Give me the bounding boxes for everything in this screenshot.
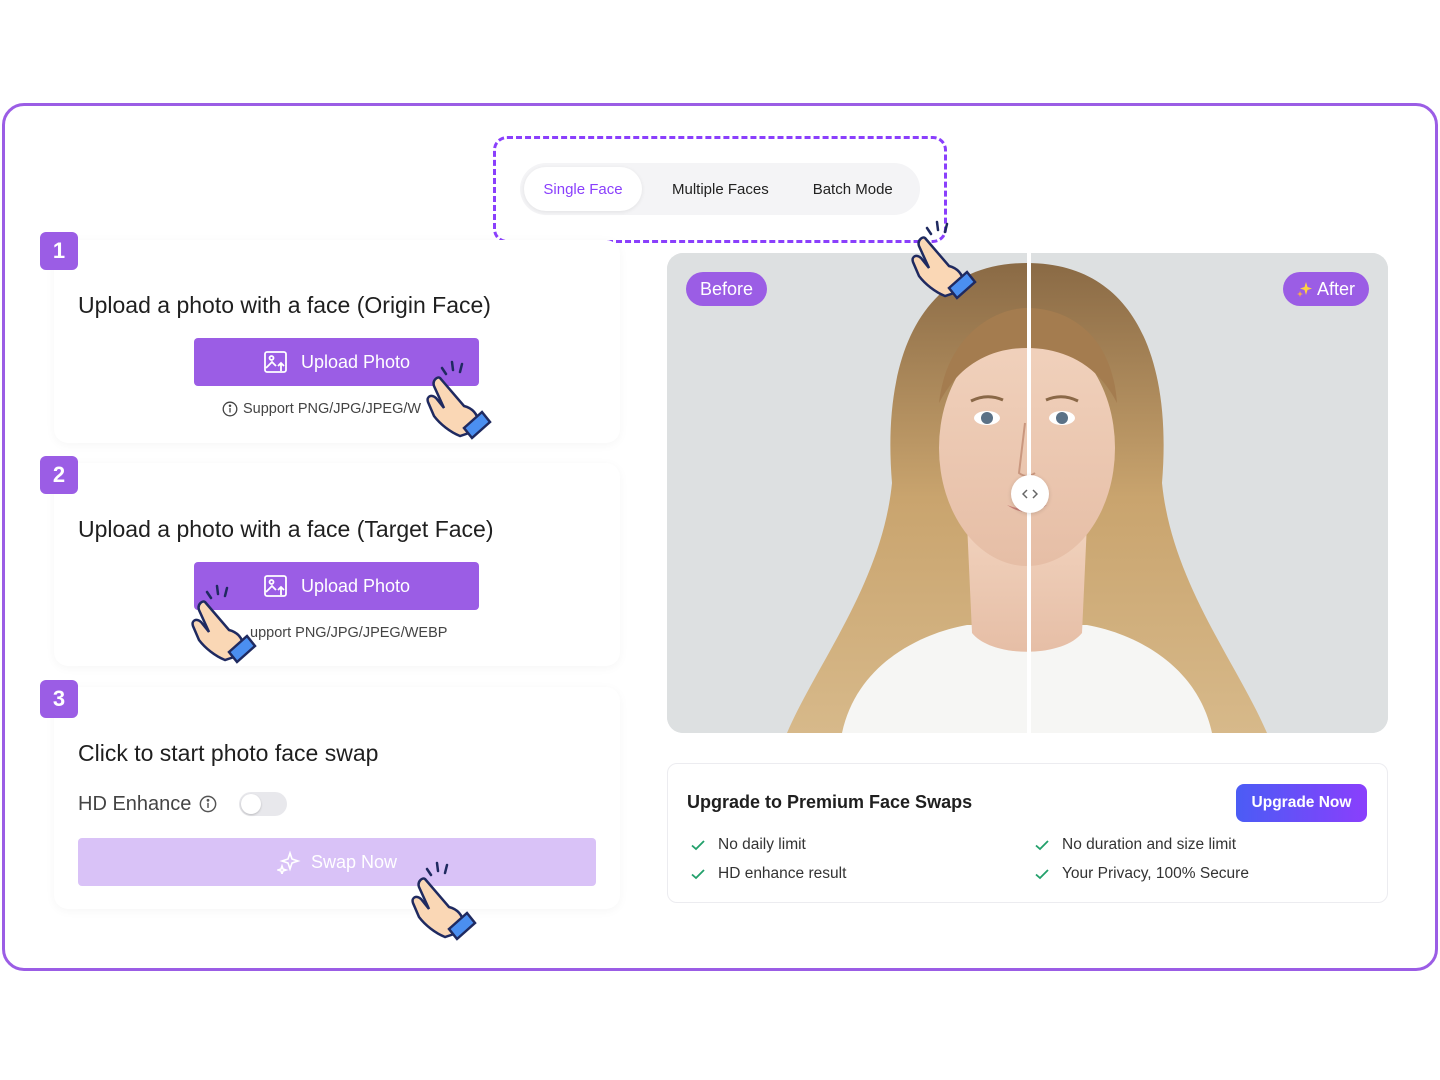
premium-title: Upgrade to Premium Face Swaps (687, 792, 973, 812)
sparkle-icon (1296, 282, 1312, 297)
step-number: 3 (40, 680, 78, 718)
upgrade-now-button[interactable]: Upgrade Now (1236, 784, 1367, 822)
support-formats-text: Support PNG/JPG/JPEG/W (243, 401, 422, 417)
support-formats-text: upport PNG/JPG/JPEG/WEBP (250, 625, 448, 641)
step-title: Click to start photo face swap (78, 740, 379, 766)
upload-button-label: Upload Photo (300, 575, 411, 596)
check-icon (1035, 869, 1049, 880)
info-icon (222, 401, 238, 417)
support-formats: Support PNG/JPG/JPEG/W (222, 401, 421, 417)
comparison-slider-handle[interactable] (1011, 475, 1049, 513)
feature-text: No daily limit (718, 836, 806, 853)
pointing-hand-icon (911, 220, 977, 300)
after-badge-label: After (1316, 278, 1355, 299)
tab-multiple-faces[interactable]: Multiple Faces (654, 167, 787, 211)
info-icon[interactable] (199, 795, 217, 813)
tab-batch-mode[interactable]: Batch Mode (795, 167, 911, 211)
sparkle-icon (276, 850, 301, 874)
premium-feature: HD enhance result (690, 865, 846, 883)
image-upload-icon (264, 351, 287, 373)
image-upload-icon (264, 575, 287, 597)
swap-now-button[interactable]: Swap Now (78, 838, 596, 886)
feature-text: Your Privacy, 100% Secure (1062, 865, 1249, 882)
check-icon (691, 869, 705, 880)
step-number: 1 (40, 232, 78, 270)
pointing-hand-icon (426, 360, 492, 440)
premium-upgrade-card: Upgrade to Premium Face Swaps Upgrade No… (667, 763, 1388, 903)
step-number: 2 (40, 456, 78, 494)
upload-button-label: Upload Photo (300, 351, 411, 372)
step-title: Upload a photo with a face (Target Face) (78, 516, 494, 542)
premium-feature: Your Privacy, 100% Secure (1034, 865, 1249, 883)
tab-single-face[interactable]: Single Face (524, 167, 642, 211)
check-icon (691, 840, 705, 851)
before-after-preview: Before After (667, 253, 1388, 733)
before-badge: Before (686, 272, 768, 306)
after-badge: After (1282, 272, 1369, 306)
pointing-hand-icon (411, 861, 477, 941)
support-formats: upport PNG/JPG/JPEG/WEBP (250, 625, 447, 641)
swap-button-label: Swap Now (310, 851, 398, 872)
chevron-left-right-icon (1022, 489, 1038, 499)
premium-feature: No daily limit (690, 836, 806, 854)
premium-feature: No duration and size limit (1034, 836, 1236, 854)
pointing-hand-icon (191, 584, 257, 664)
hd-enhance-label: HD Enhance (78, 792, 192, 815)
toggle-knob (241, 794, 262, 814)
mode-tabs: Single Face Multiple Faces Batch Mode (520, 163, 920, 215)
hd-enhance-toggle[interactable] (239, 792, 288, 816)
check-icon (1035, 840, 1049, 851)
step-title: Upload a photo with a face (Origin Face) (78, 292, 491, 318)
feature-text: HD enhance result (718, 865, 847, 882)
feature-text: No duration and size limit (1062, 836, 1237, 853)
hd-enhance-row: HD Enhance (78, 792, 288, 816)
